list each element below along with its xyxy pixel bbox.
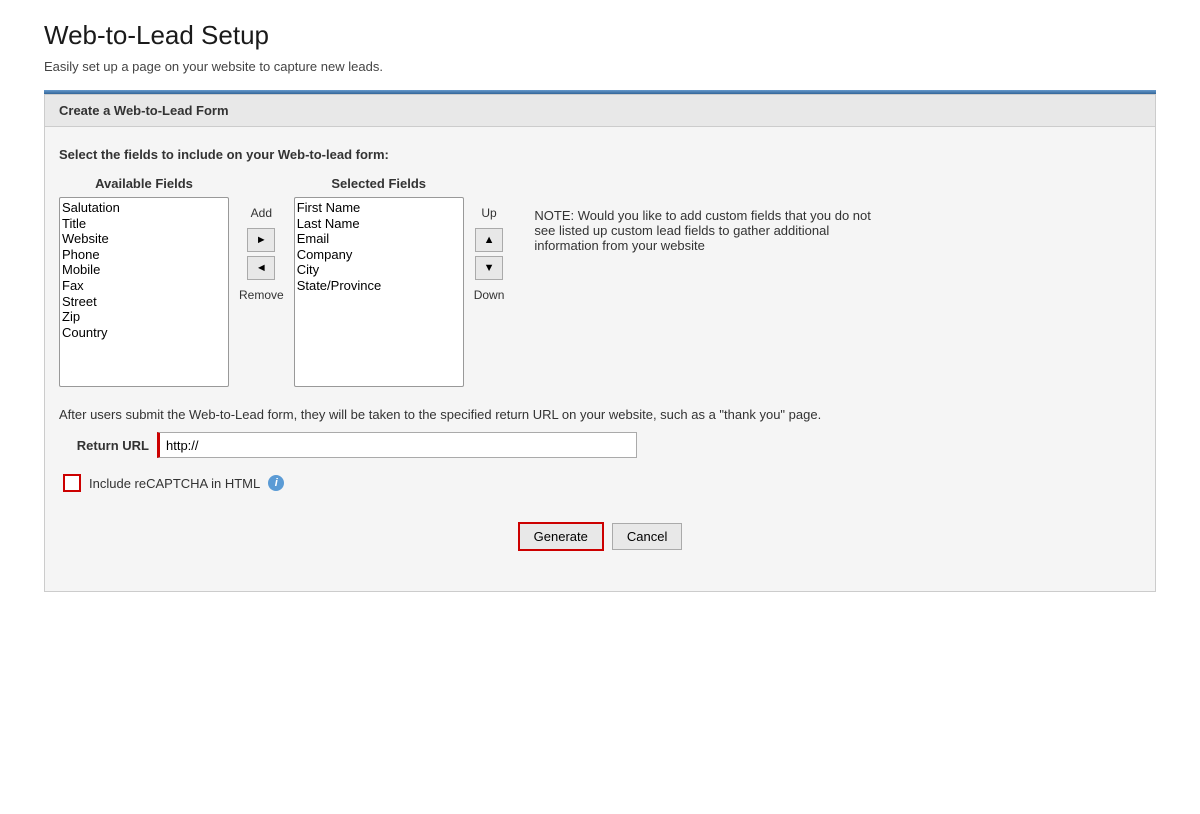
generate-button[interactable]: Generate	[518, 522, 604, 551]
note-area: NOTE: Would you like to add custom field…	[534, 208, 884, 253]
captcha-row: Include reCAPTCHA in HTML i	[63, 474, 1141, 492]
button-row: Generate Cancel	[59, 522, 1141, 571]
add-remove-area: Add ► ◄ Remove	[229, 206, 294, 302]
available-fields-label: Available Fields	[95, 176, 193, 191]
move-up-button[interactable]: ▲	[475, 228, 503, 252]
captcha-checkbox[interactable]	[63, 474, 81, 492]
section-content: Select the fields to include on your Web…	[45, 127, 1155, 591]
page-subtitle: Easily set up a page on your website to …	[44, 59, 1156, 74]
fields-label: Select the fields to include on your Web…	[59, 147, 1141, 162]
available-fields-container: Available Fields SalutationTitleWebsiteP…	[59, 176, 229, 387]
selected-fields-label: Selected Fields	[331, 176, 426, 191]
return-url-text: After users submit the Web-to-Lead form,…	[59, 407, 821, 422]
return-url-row: Return URL	[59, 432, 1141, 458]
selected-fields-list[interactable]: First NameLast NameEmailCompanyCityState…	[294, 197, 464, 387]
selected-fields-container: Selected Fields First NameLast NameEmail…	[294, 176, 464, 387]
note-text: NOTE: Would you like to add custom field…	[534, 208, 871, 253]
return-url-section: After users submit the Web-to-Lead form,…	[59, 407, 1141, 458]
remove-label: Remove	[239, 288, 284, 302]
captcha-label: Include reCAPTCHA in HTML	[89, 476, 260, 491]
up-down-area: Up ▲ ▼ Down	[464, 206, 505, 302]
cancel-button[interactable]: Cancel	[612, 523, 682, 550]
move-down-button[interactable]: ▼	[475, 256, 503, 280]
add-button[interactable]: ►	[247, 228, 275, 252]
fields-area: Available Fields SalutationTitleWebsiteP…	[59, 176, 1141, 387]
return-url-label: Return URL	[59, 438, 149, 453]
available-fields-list[interactable]: SalutationTitleWebsitePhoneMobileFaxStre…	[59, 197, 229, 387]
add-label: Add	[251, 206, 272, 220]
return-url-input[interactable]	[157, 432, 637, 458]
section-header: Create a Web-to-Lead Form	[45, 95, 1155, 127]
down-label: Down	[474, 288, 505, 302]
page-title: Web-to-Lead Setup	[44, 20, 1156, 51]
remove-button[interactable]: ◄	[247, 256, 275, 280]
info-icon[interactable]: i	[268, 475, 284, 491]
main-section: Create a Web-to-Lead Form Select the fie…	[44, 94, 1156, 592]
up-label: Up	[481, 206, 496, 220]
